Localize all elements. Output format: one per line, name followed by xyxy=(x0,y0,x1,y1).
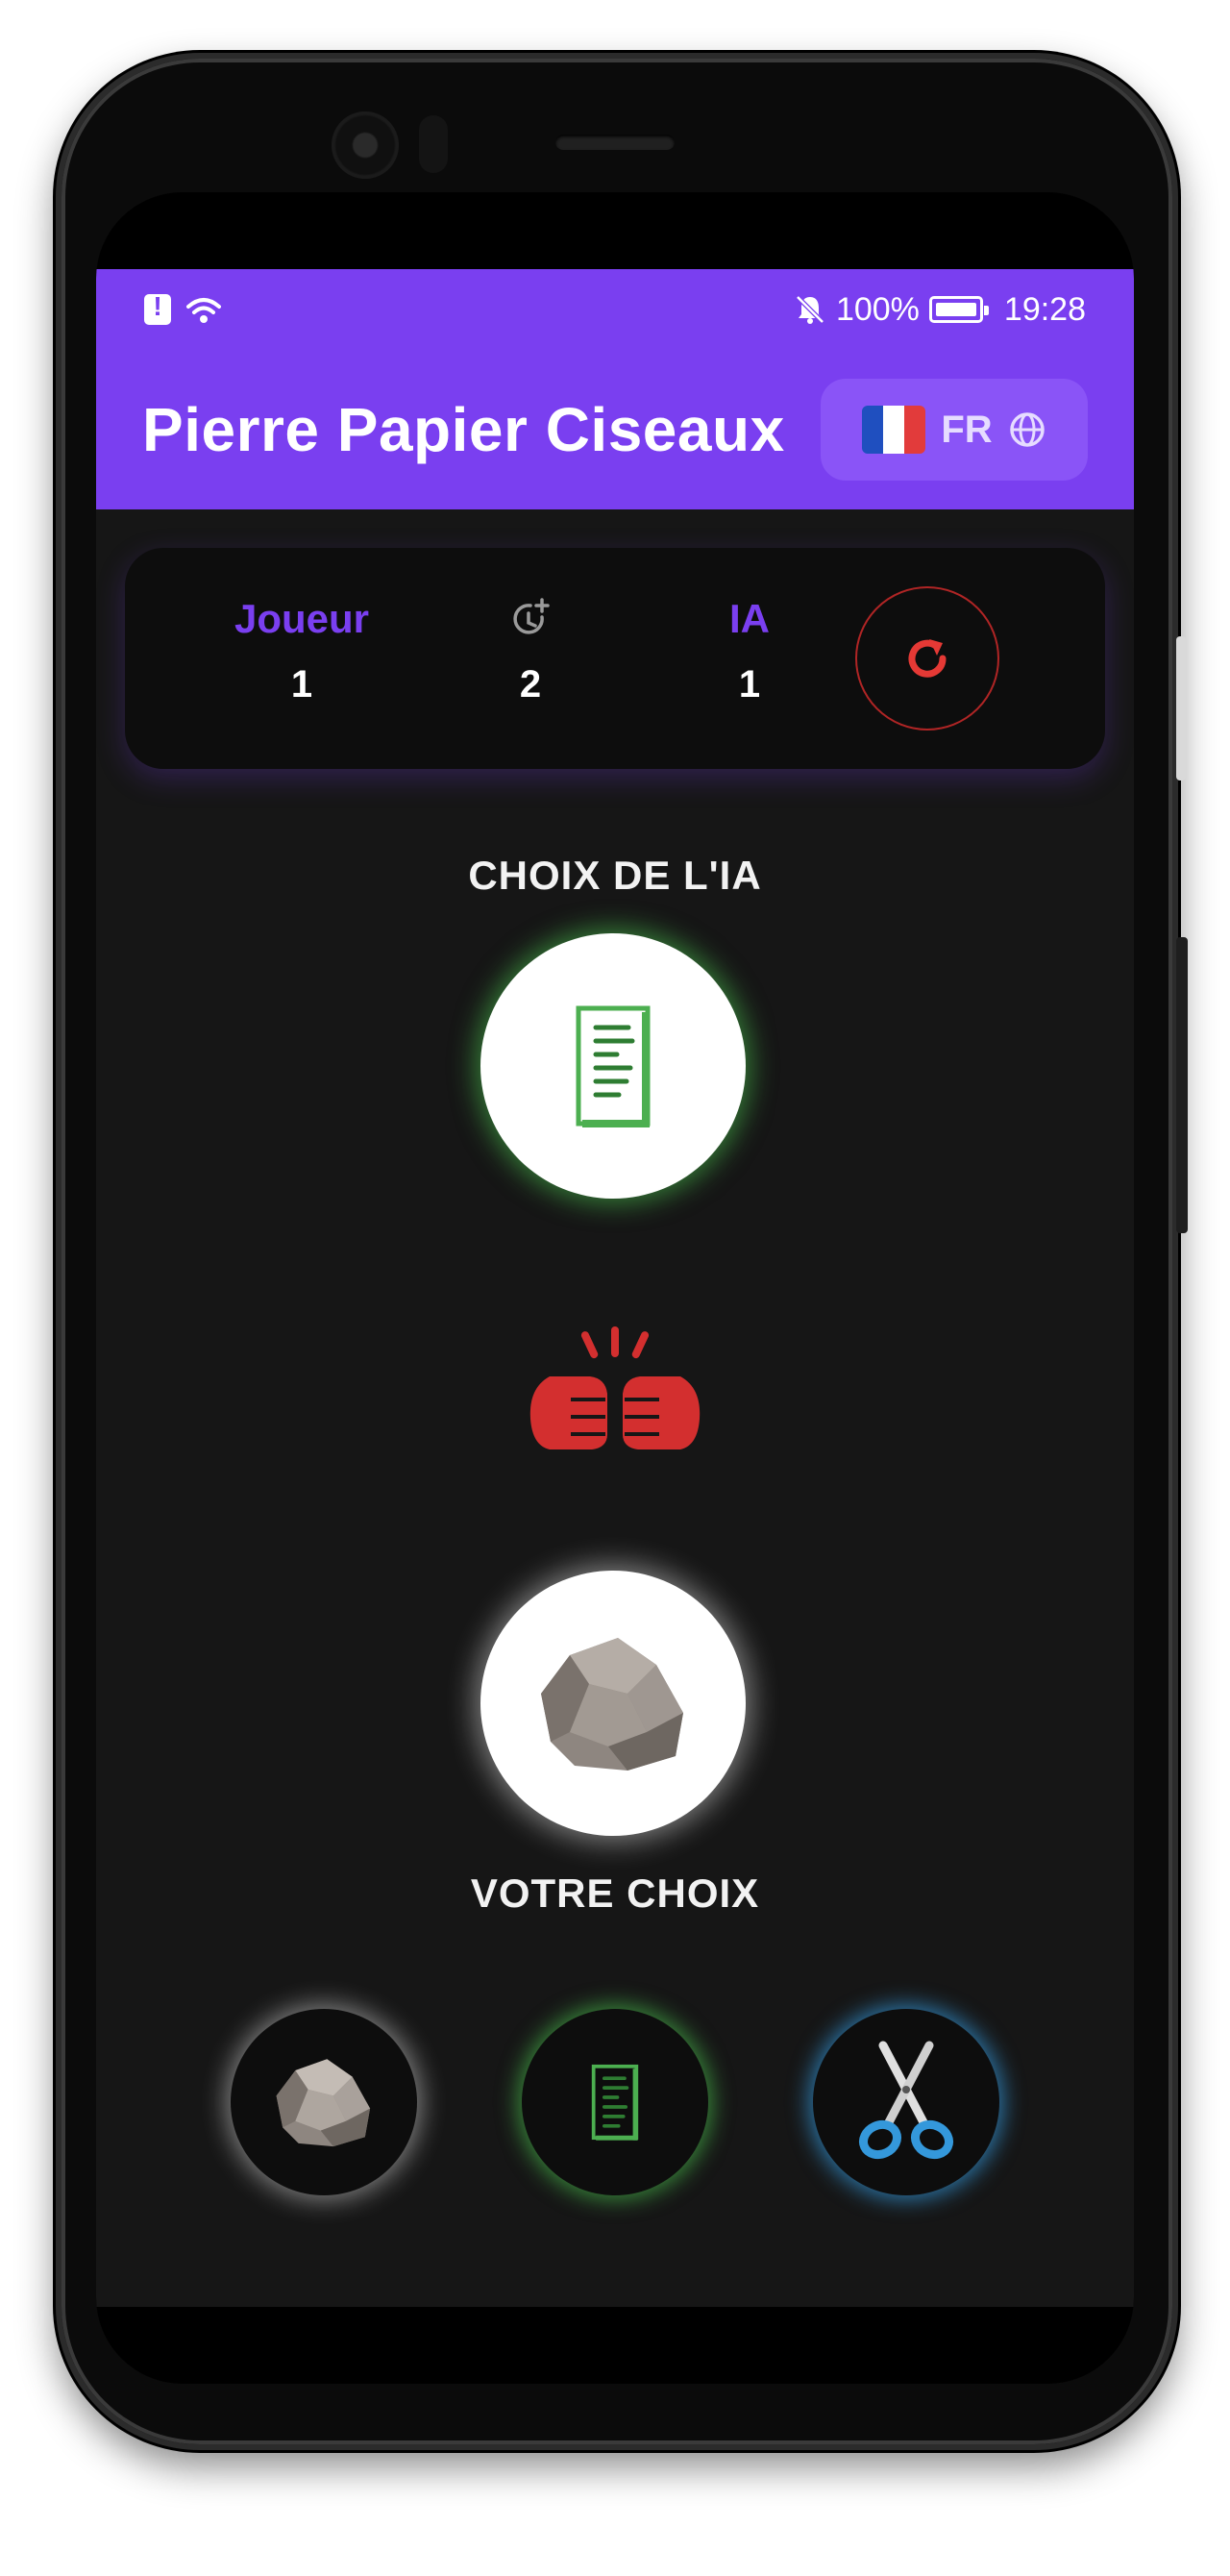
earpiece-speaker xyxy=(555,135,675,150)
screen-frame: 100% 19:28 Pierre Papier Ciseaux FR xyxy=(96,192,1134,2384)
draws-score-column: 2 xyxy=(434,596,627,706)
player-score-column: Joueur 1 xyxy=(206,596,398,706)
player-label: Joueur xyxy=(234,596,370,641)
language-selector-button[interactable]: FR xyxy=(821,379,1088,481)
player-score: 1 xyxy=(290,663,313,706)
paper-icon xyxy=(576,1005,651,1127)
france-flag-icon xyxy=(862,406,926,454)
ai-choice-title: CHOIX DE L'IA xyxy=(468,853,762,898)
globe-icon xyxy=(1009,412,1045,447)
timer-plus-icon xyxy=(434,596,627,644)
language-code: FR xyxy=(941,408,993,451)
fist-bump-icon xyxy=(529,1326,701,1449)
front-camera xyxy=(332,111,399,179)
scissors-icon xyxy=(858,2041,954,2160)
ai-score: 1 xyxy=(738,663,761,706)
reset-button[interactable] xyxy=(855,586,999,731)
bell-muted-icon xyxy=(796,295,824,324)
power-button xyxy=(1176,937,1188,1233)
status-bar: 100% 19:28 xyxy=(96,269,1134,350)
battery-icon xyxy=(928,296,989,323)
ai-choice-display xyxy=(480,933,746,1199)
rock-choice-button[interactable] xyxy=(231,2009,417,2195)
scissors-choice-button[interactable] xyxy=(813,2009,999,2195)
paper-icon xyxy=(591,2064,639,2141)
notification-alert-icon xyxy=(144,291,171,325)
rock-icon xyxy=(276,2059,371,2147)
app-bar: Pierre Papier Ciseaux FR xyxy=(96,350,1134,509)
refresh-icon xyxy=(908,639,947,678)
rock-icon xyxy=(541,1638,683,1771)
clock: 19:28 xyxy=(1003,290,1086,328)
ai-label: IA xyxy=(729,596,770,641)
player-choice-title: VOTRE CHOIX xyxy=(470,1870,760,1916)
scoreboard-card: Joueur 1 2 IA 1 xyxy=(125,548,1105,769)
app-screen: 100% 19:28 Pierre Papier Ciseaux FR xyxy=(96,269,1134,2307)
wifi-icon xyxy=(186,298,221,323)
draws-score: 2 xyxy=(519,663,542,706)
volume-button xyxy=(1176,636,1186,780)
player-choice-display xyxy=(480,1571,746,1836)
battery-percentage: 100% xyxy=(835,290,920,328)
proximity-sensor xyxy=(419,115,448,173)
ai-score-column: IA 1 xyxy=(653,596,846,706)
paper-choice-button[interactable] xyxy=(522,2009,708,2195)
app-title: Pierre Papier Ciseaux xyxy=(142,395,785,464)
